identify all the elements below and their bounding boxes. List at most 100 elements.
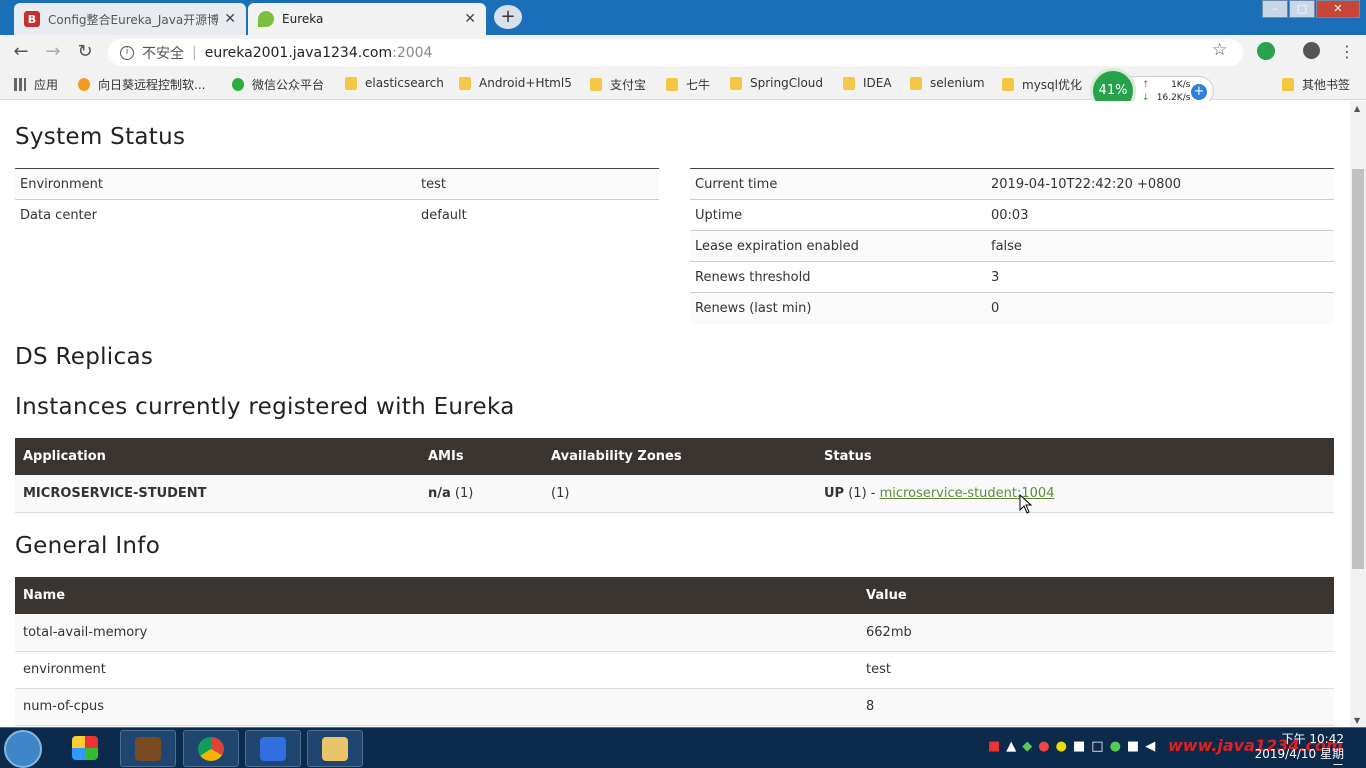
tab-config-eureka[interactable]: B Config整合Eureka_Java开源博客 ✕ xyxy=(14,3,246,35)
taskbar-app[interactable] xyxy=(58,730,114,767)
url-host: eureka2001.java1234.com xyxy=(204,44,393,61)
table-row: environment test xyxy=(15,651,1334,689)
java-ide-icon xyxy=(135,737,161,761)
scrollbar-thumb[interactable] xyxy=(1352,169,1364,569)
insecure-label: 不安全 xyxy=(142,45,184,62)
folder-icon xyxy=(459,76,471,90)
menu-kebab-icon[interactable]: ⋮ xyxy=(1336,41,1358,63)
close-window-button[interactable]: ✕ xyxy=(1316,0,1360,18)
column-header: AMIs xyxy=(420,438,543,475)
instances-table: Application AMIs Availability Zones Stat… xyxy=(15,438,1334,513)
table-row: Lease expiration enabled false xyxy=(690,230,1334,262)
folder-icon xyxy=(1282,78,1294,91)
bookmark-folder[interactable]: SpringCloud xyxy=(730,76,823,90)
column-header: Name xyxy=(15,577,858,614)
clock-date: 2019/4/10 星期三 xyxy=(1254,747,1344,768)
browser-toolbar: ← → ↻ i 不安全 | eureka2001.java1234.com:20… xyxy=(0,35,1366,69)
tray-app-icon[interactable]: ● xyxy=(1110,739,1127,754)
address-bar[interactable]: i 不安全 | eureka2001.java1234.com:2004 xyxy=(108,39,1243,66)
folder-icon xyxy=(345,76,357,90)
bookmark-folder[interactable]: Android+Html5 xyxy=(459,76,572,90)
table-row: num-of-cpus 8 xyxy=(15,688,1334,726)
reload-icon[interactable]: ↻ xyxy=(74,41,96,63)
column-header: Status xyxy=(816,438,1334,475)
bookmark-folder[interactable]: elasticsearch xyxy=(345,76,444,90)
folder-icon xyxy=(1002,78,1014,91)
bookmark-star-icon[interactable]: ☆ xyxy=(1212,40,1227,60)
general-info-heading: General Info xyxy=(15,533,161,559)
url-port: :2004 xyxy=(392,44,433,61)
color-app-icon xyxy=(72,736,98,760)
general-info-table: Name Value total-avail-memory 662mb envir… xyxy=(15,577,1334,726)
maximize-button[interactable]: □ xyxy=(1289,0,1315,18)
tray-security-icon[interactable]: ● xyxy=(1038,739,1055,754)
table-row: MICROSERVICE-STUDENT n/a (1) (1) UP (1) … xyxy=(15,475,1334,513)
folder-icon xyxy=(730,76,742,90)
table-row: Renews (last min) 0 xyxy=(690,292,1334,324)
separator: | xyxy=(192,44,197,61)
table-row: Current time 2019-04-10T22:42:20 +0800 xyxy=(690,168,1334,200)
bookmark-other[interactable]: 其他书签 xyxy=(1282,76,1350,93)
tab-title: Config整合Eureka_Java开源博客 xyxy=(48,12,219,27)
tray-monitor-icon[interactable]: ■ xyxy=(1127,739,1145,754)
tab-title: Eureka xyxy=(282,12,324,26)
bookmark-folder[interactable]: selenium xyxy=(910,76,985,90)
eureka-dashboard: System Status Environment test Data cente… xyxy=(0,101,1350,727)
bookmark-apps[interactable]: 应用 xyxy=(14,76,58,93)
taskbar-app[interactable] xyxy=(307,730,363,767)
taskbar-app[interactable] xyxy=(183,730,239,767)
page-scrollbar[interactable]: ▲ ▼ xyxy=(1350,101,1366,727)
close-icon[interactable]: ✕ xyxy=(464,11,476,27)
plus-icon[interactable]: + xyxy=(1191,84,1207,100)
environment-table: Environment test Data center default xyxy=(15,168,659,231)
scroll-up-icon[interactable]: ▲ xyxy=(1354,104,1360,113)
table-row: Uptime 00:03 xyxy=(690,199,1334,231)
tray-plus-icon[interactable]: ● xyxy=(1056,739,1073,754)
start-orb-icon[interactable] xyxy=(4,730,42,768)
blog-favicon-icon: B xyxy=(24,11,40,27)
bookmark-folder[interactable]: 支付宝 xyxy=(590,76,646,93)
taskbar-app[interactable] xyxy=(120,730,176,767)
profile-icon[interactable] xyxy=(1303,42,1320,59)
bookmark-wechat[interactable]: 微信公众平台 xyxy=(232,76,324,93)
amis-cell: n/a (1) xyxy=(420,475,543,513)
folder-icon xyxy=(843,76,855,90)
forward-arrow-icon[interactable]: → xyxy=(42,41,64,63)
application-name: MICROSERVICE-STUDENT xyxy=(15,475,420,513)
minimize-button[interactable]: – xyxy=(1262,0,1288,18)
tray-usb-icon[interactable]: ■ xyxy=(1073,739,1091,754)
tray-flag-icon[interactable]: □ xyxy=(1091,739,1109,754)
folder-icon xyxy=(590,78,602,91)
sunflower-icon xyxy=(78,78,90,91)
windows-taskbar: ■▲◆●●■□●■◀ www.java1234.com 下午 10:42 201… xyxy=(0,727,1366,768)
clock[interactable]: 下午 10:42 2019/4/10 星期三 xyxy=(1244,732,1344,768)
tray-app-icon[interactable]: ■ xyxy=(988,739,1006,754)
folder-icon xyxy=(666,78,678,91)
close-icon[interactable]: ✕ xyxy=(224,11,236,27)
folder-icon xyxy=(910,76,922,90)
new-tab-button[interactable]: + xyxy=(494,5,522,29)
tab-eureka[interactable]: Eureka ✕ xyxy=(248,3,486,35)
info-icon[interactable]: i xyxy=(120,45,134,60)
table-row: total-avail-memory 662mb xyxy=(15,614,1334,652)
taskbar-app[interactable] xyxy=(245,730,301,767)
chrome-icon xyxy=(198,737,224,761)
extension-icon[interactable] xyxy=(1257,42,1275,60)
zones-cell: (1) xyxy=(543,475,816,513)
bookmark-folder[interactable]: mysql优化 xyxy=(1002,76,1082,93)
scroll-down-icon[interactable]: ▼ xyxy=(1354,716,1360,725)
tray-shield-icon[interactable]: ◆ xyxy=(1022,739,1038,754)
bookmark-folder[interactable]: IDEA xyxy=(843,76,892,90)
bookmark-folder[interactable]: 七牛 xyxy=(666,76,710,93)
apps-grid-icon xyxy=(14,78,26,91)
tray-volume-icon[interactable]: ◀ xyxy=(1145,739,1161,754)
tray-network-icon[interactable]: ▲ xyxy=(1006,739,1022,754)
column-header: Value xyxy=(858,577,1334,614)
back-arrow-icon[interactable]: ← xyxy=(10,41,32,63)
tab-strip: B Config整合Eureka_Java开源博客 ✕ Eureka ✕ + –… xyxy=(0,0,1366,35)
bookmark-sunflower[interactable]: 向日葵远程控制软... xyxy=(78,76,205,93)
table-row: Environment test xyxy=(15,168,659,200)
file-explorer-icon xyxy=(322,737,348,761)
mouse-cursor-icon xyxy=(1019,494,1033,514)
system-tray: ■▲◆●●■□●■◀ xyxy=(988,739,1161,754)
